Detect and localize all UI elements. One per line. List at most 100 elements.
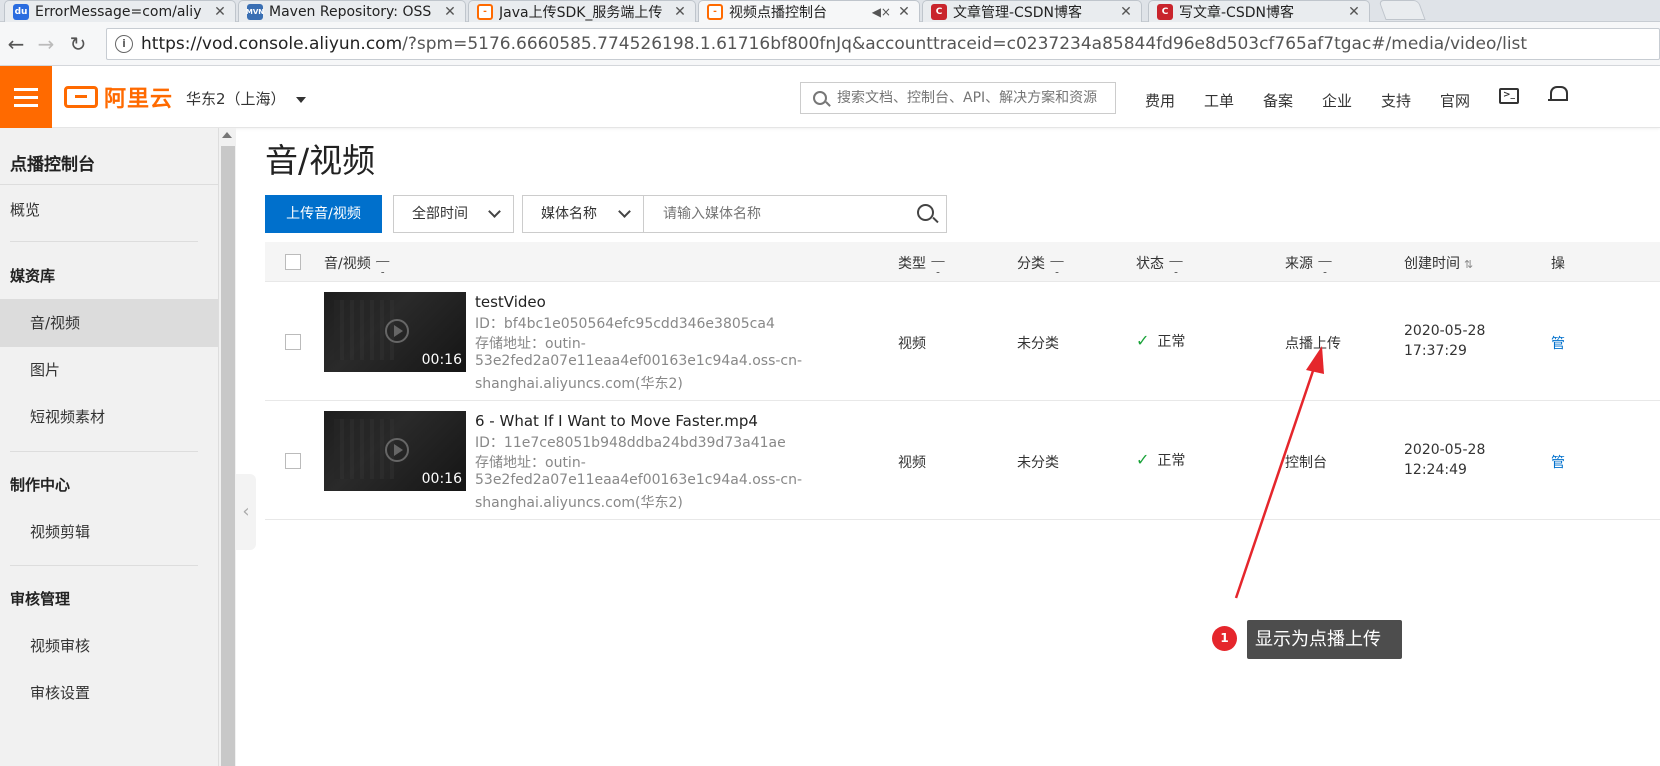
annotation-callout: 显示为点播上传 [1247, 620, 1402, 659]
topnav-link-official-site[interactable]: 官网 [1440, 90, 1470, 111]
column-header-status[interactable]: 状态 [1136, 253, 1180, 273]
check-icon: ✓ [1136, 331, 1150, 350]
column-header-source[interactable]: 来源 [1285, 253, 1329, 273]
close-tab-icon[interactable]: ✕ [897, 4, 911, 20]
duration-label: 00:16 [421, 352, 462, 368]
topnav-link-enterprise[interactable]: 企业 [1322, 90, 1352, 111]
topnav-link-icp[interactable]: 备案 [1263, 90, 1293, 111]
filter-icon[interactable] [377, 262, 387, 270]
manage-link[interactable]: 管 [1551, 452, 1565, 472]
search-icon[interactable] [917, 204, 934, 221]
select-all-checkbox[interactable] [285, 254, 301, 270]
close-tab-icon[interactable]: ✕ [673, 4, 687, 20]
speaker-muted-icon[interactable]: ◀× [872, 5, 891, 19]
play-icon[interactable] [385, 319, 409, 343]
storage-address: 存储地址：outin- [475, 336, 586, 352]
browser-tab[interactable]: C 文章管理-CSDN博客 ✕ [922, 0, 1142, 22]
divider [10, 241, 198, 242]
media-type: 视频 [898, 455, 926, 471]
close-tab-icon[interactable]: ✕ [1119, 4, 1133, 20]
chevron-down-icon [488, 205, 501, 218]
browser-tab[interactable]: du ErrorMessage=com/aliy ✕ [4, 0, 236, 22]
cloud-shell-terminal-icon[interactable]: >_ [1499, 88, 1519, 104]
video-thumbnail[interactable]: 00:16 [324, 292, 466, 372]
column-header-type[interactable]: 类型 [898, 253, 942, 273]
sidebar-item-video-edit[interactable]: 视频剪辑 [0, 508, 218, 556]
region-selector[interactable]: 华东2（上海） [186, 88, 306, 109]
site-info-icon[interactable]: i [115, 35, 133, 53]
browser-tab-active[interactable]: - 视频点播控制台 ◀× ✕ [698, 0, 920, 22]
divider [10, 565, 198, 566]
media-source: 点播上传 [1285, 336, 1341, 352]
scrollbar-thumb[interactable] [221, 146, 235, 766]
video-thumbnail[interactable]: 00:16 [324, 411, 466, 491]
filter-icon[interactable] [1170, 262, 1180, 270]
close-tab-icon[interactable]: ✕ [443, 4, 457, 20]
storage-address: shanghai.aliyuncs.com(华东2) [475, 495, 683, 511]
sidebar-item-audio-video[interactable]: 音/视频 [0, 299, 218, 347]
manage-link[interactable]: 管 [1551, 333, 1565, 353]
upload-media-button[interactable]: 上传音/视频 [265, 195, 382, 233]
media-name-input[interactable] [643, 196, 903, 232]
filter-icon[interactable] [1319, 262, 1329, 270]
new-tab-button[interactable] [1378, 0, 1426, 20]
browser-tab[interactable]: MVN Maven Repository: OSS ✕ [238, 0, 466, 22]
sidebar-item-video-review[interactable]: 视频审核 [0, 622, 218, 670]
divider [10, 451, 198, 452]
sidebar-item-images[interactable]: 图片 [0, 346, 218, 394]
media-search-box [643, 195, 947, 233]
media-table-header: 音/视频 类型 分类 状态 来源 创建时间 ⇅ 操 [265, 242, 1660, 282]
topnav-link-support[interactable]: 支持 [1381, 90, 1411, 111]
media-category: 未分类 [1017, 336, 1059, 352]
global-search-input[interactable] [837, 90, 1107, 106]
topnav-link-ticket[interactable]: 工单 [1204, 90, 1234, 111]
sidebar-item-review-settings[interactable]: 审核设置 [0, 669, 218, 717]
sidebar-item-overview[interactable]: 概览 [0, 186, 218, 234]
time-range-dropdown[interactable]: 全部时间 [393, 195, 514, 233]
browser-tab[interactable]: C 写文章-CSDN博客 ✕ [1148, 0, 1370, 22]
topnav-link-billing[interactable]: 费用 [1145, 90, 1175, 111]
close-tab-icon[interactable]: ✕ [213, 4, 227, 20]
reload-icon[interactable]: ↻ [66, 32, 90, 56]
csdn-favicon-icon: C [1157, 3, 1173, 20]
browser-tab[interactable]: - Java上传SDK_服务端上传 ✕ [468, 0, 696, 22]
menu-hamburger-icon[interactable] [0, 66, 52, 128]
close-tab-icon[interactable]: ✕ [1347, 4, 1361, 20]
storage-address: shanghai.aliyuncs.com(华东2) [475, 376, 683, 392]
forward-arrow-icon[interactable]: → [34, 32, 58, 56]
row-checkbox[interactable] [285, 334, 301, 350]
column-header-media[interactable]: 音/视频 [324, 253, 387, 273]
media-name[interactable]: testVideo [475, 293, 546, 311]
created-time: 12:24:49 [1404, 462, 1467, 478]
aliyun-logo[interactable]: 阿里云 [64, 84, 173, 112]
sidebar-group-review[interactable]: 审核管理 [0, 575, 218, 623]
media-type: 视频 [898, 336, 926, 352]
column-header-created[interactable]: 创建时间 ⇅ [1404, 253, 1473, 273]
sidebar-collapse-chevron-icon[interactable]: ‹ [236, 474, 256, 550]
sort-icon[interactable]: ⇅ [1464, 258, 1473, 271]
back-arrow-icon[interactable]: ← [4, 32, 28, 56]
sidebar-group-media-library[interactable]: 媒资库 [0, 252, 218, 300]
media-name[interactable]: 6 - What If I Want to Move Faster.mp4 [475, 412, 758, 430]
column-header-category[interactable]: 分类 [1017, 253, 1061, 273]
notification-bell-icon[interactable] [1548, 86, 1568, 104]
media-source: 控制台 [1285, 455, 1327, 471]
filter-icon[interactable] [932, 262, 942, 270]
created-date: 2020-05-28 [1404, 323, 1486, 339]
global-search[interactable] [800, 82, 1116, 114]
column-header-ops: 操 [1551, 256, 1565, 272]
sidebar-item-short-video[interactable]: 短视频素材 [0, 393, 218, 441]
status-cell: ✓ 正常 [1136, 450, 1186, 469]
sidebar-group-production[interactable]: 制作中心 [0, 461, 218, 509]
sidebar-scrollbar[interactable] [218, 128, 236, 766]
sidebar: 点播控制台 概览 媒资库 音/视频 图片 短视频素材 制作中心 视频剪辑 审核管… [0, 128, 218, 766]
table-row: 00:16 6 - What If I Want to Move Faster.… [265, 401, 1660, 520]
url-field[interactable]: i https://vod.console.aliyun.com/?spm=51… [106, 28, 1660, 60]
created-date: 2020-05-28 [1404, 442, 1486, 458]
search-field-dropdown[interactable]: 媒体名称 [522, 195, 644, 233]
play-icon[interactable] [385, 438, 409, 462]
scroll-up-arrow-icon[interactable] [222, 132, 232, 138]
baidu-favicon-icon: du [13, 3, 29, 20]
filter-icon[interactable] [1051, 262, 1061, 270]
row-checkbox[interactable] [285, 453, 301, 469]
